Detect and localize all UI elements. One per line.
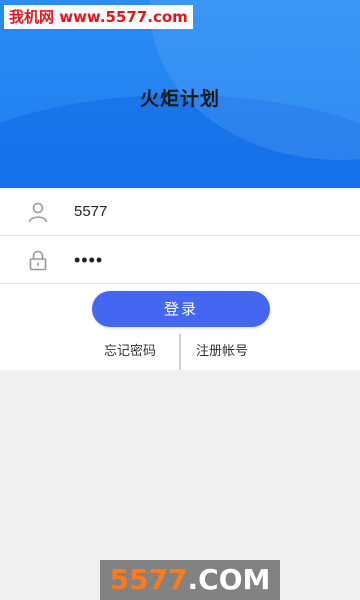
watermark-suffix: .COM <box>187 563 271 596</box>
login-form: 5577 •••• 登录 忘记密码 注册帐号 <box>0 188 360 370</box>
link-divider <box>179 334 181 370</box>
lock-icon <box>26 248 50 272</box>
register-link[interactable]: 注册帐号 <box>196 334 248 370</box>
user-icon <box>26 200 50 224</box>
watermark-top: 我机网 www.5577.com <box>4 5 193 29</box>
password-field[interactable]: •••• <box>74 236 103 284</box>
login-button[interactable]: 登录 <box>92 291 270 327</box>
username-field[interactable]: 5577 <box>74 188 107 236</box>
app-title: 火炬计划 <box>139 88 220 110</box>
secondary-links: 忘记密码 注册帐号 <box>0 334 360 370</box>
watermark-bottom: 5577.COM <box>100 560 280 600</box>
forgot-password-link[interactable]: 忘记密码 <box>104 334 156 370</box>
password-row[interactable]: •••• <box>0 236 360 284</box>
username-row[interactable]: 5577 <box>0 188 360 236</box>
watermark-number: 5577 <box>109 563 188 596</box>
